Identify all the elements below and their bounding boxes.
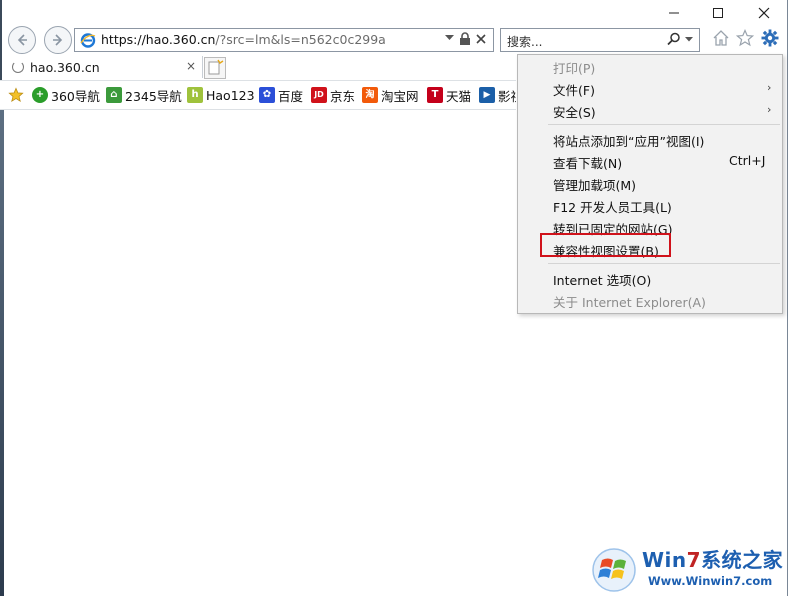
fav-label: 百度 xyxy=(278,88,304,104)
search-dropdown-icon[interactable] xyxy=(685,37,693,42)
menu-item-compat-view-settings[interactable]: 兼容性视图设置(B) xyxy=(519,238,781,260)
close-window-button[interactable] xyxy=(744,0,784,26)
back-icon xyxy=(17,34,27,46)
fav-link-360[interactable]: + 360导航 xyxy=(32,86,100,104)
address-url: https://hao.360.cn/?src=lm&ls=n562c0c299… xyxy=(101,32,386,47)
menu-item-label: 文件(F) xyxy=(553,83,595,98)
ie-logo xyxy=(80,33,96,48)
menu-item-label: 兼容性视图设置(B) xyxy=(553,244,659,259)
menu-item-label: 管理加载项(M) xyxy=(553,178,637,193)
loading-spinner-icon xyxy=(12,61,24,73)
watermark: Win7系统之家 Www.Winwin7.com xyxy=(590,542,785,594)
forward-icon xyxy=(53,34,63,46)
fav-link-tmall[interactable]: T 天猫 xyxy=(427,86,471,104)
menu-item-internet-options[interactable]: Internet 选项(O) xyxy=(519,267,781,289)
tab-hao360[interactable]: hao.360.cn × xyxy=(2,56,203,78)
menu-item-add-site-to-apps[interactable]: 将站点添加到“应用”视图(I) xyxy=(519,128,781,150)
submenu-arrow-icon: › xyxy=(767,81,772,94)
watermark-brand-seven: 7 xyxy=(686,548,702,572)
menu-item-manage-addons[interactable]: 管理加载项(M) xyxy=(519,172,781,194)
fav-link-jd[interactable]: JD 京东 xyxy=(311,86,355,104)
watermark-brand-suffix: 系统之家 xyxy=(701,548,784,572)
fav-360-icon: + xyxy=(32,87,48,103)
fav-link-taobao[interactable]: 淘 淘宝网 xyxy=(362,86,419,104)
fav-tmall-icon: T xyxy=(427,87,443,103)
favorites-bar: + 360导航 ⌂ 2345导航 h Hao123 ✿ 百度 JD 京东 淘 淘… xyxy=(0,80,516,110)
fav-taobao-icon: 淘 xyxy=(362,87,378,103)
minimize-icon xyxy=(669,12,679,14)
fav-link-hao123[interactable]: h Hao123 xyxy=(187,86,255,104)
fav-label: 2345导航 xyxy=(125,88,182,104)
address-url-host: https://hao.360.cn xyxy=(101,32,216,47)
desktop-edge-strip xyxy=(0,110,4,596)
menu-item-label: 将站点添加到“应用”视图(I) xyxy=(553,134,705,149)
fav-hao123-icon: h xyxy=(187,87,203,103)
forward-button[interactable] xyxy=(44,26,72,54)
menu-item-label: Internet 选项(O) xyxy=(553,273,652,288)
close-icon xyxy=(758,7,770,19)
menu-item-print[interactable]: 打印(P) xyxy=(519,55,781,77)
menu-item-security[interactable]: 安全(S) › xyxy=(519,99,781,121)
tools-menu: 打印(P) 文件(F) › 安全(S) › 将站点添加到“应用”视图(I) 查看… xyxy=(517,54,783,314)
maximize-icon xyxy=(713,8,723,18)
menu-item-pinned-sites[interactable]: 转到已固定的网站(G) xyxy=(519,216,781,238)
menu-separator xyxy=(548,263,780,264)
menu-item-label: F12 开发人员工具(L) xyxy=(553,200,672,215)
menu-item-about-ie[interactable]: 关于 Internet Explorer(A) xyxy=(519,289,781,311)
fav-link-video[interactable]: ▶ 影视 xyxy=(479,86,516,104)
watermark-brand: Win7系统之家 xyxy=(642,544,783,573)
search-box[interactable]: 搜索... xyxy=(500,28,700,52)
navigation-row: https://hao.360.cn/?src=lm&ls=n562c0c299… xyxy=(0,26,788,56)
fav-link-2345[interactable]: ⌂ 2345导航 xyxy=(106,86,182,104)
fav-label: 360导航 xyxy=(51,88,100,104)
search-icon[interactable] xyxy=(667,32,681,46)
tab-title: hao.360.cn xyxy=(30,60,100,75)
menu-item-label: 安全(S) xyxy=(553,105,596,120)
fav-video-icon: ▶ xyxy=(479,87,495,103)
fav-label: Hao123 xyxy=(206,87,255,103)
fav-label: 京东 xyxy=(330,88,356,104)
menu-item-label: 打印(P) xyxy=(553,61,596,76)
tab-close-button[interactable]: × xyxy=(186,59,196,73)
new-tab-icon xyxy=(208,59,224,75)
close-icon[interactable] xyxy=(475,32,487,46)
fav-link-baidu[interactable]: ✿ 百度 xyxy=(259,86,303,104)
menu-item-shortcut: Ctrl+J xyxy=(729,153,766,168)
menu-item-label: 转到已固定的网站(G) xyxy=(553,222,673,237)
back-button[interactable] xyxy=(8,26,36,54)
star-icon[interactable] xyxy=(736,29,754,47)
dropdown-icon[interactable] xyxy=(445,35,454,41)
menu-separator xyxy=(548,124,780,125)
title-bar xyxy=(0,0,788,26)
ie-window: https://hao.360.cn/?src=lm&ls=n562c0c299… xyxy=(0,0,788,596)
fav-jd-icon: JD xyxy=(311,87,327,103)
minimize-button[interactable] xyxy=(654,0,694,26)
new-tab-button[interactable] xyxy=(204,57,226,79)
fav-baidu-icon: ✿ xyxy=(259,87,275,103)
menu-item-label: 关于 Internet Explorer(A) xyxy=(553,295,706,310)
windows-logo-icon xyxy=(592,548,636,592)
lock-icon[interactable] xyxy=(459,32,471,46)
watermark-brand-prefix: Win xyxy=(642,548,687,572)
favorites-star-icon[interactable] xyxy=(8,87,24,103)
maximize-button[interactable] xyxy=(698,0,738,26)
fav-label: 影视 xyxy=(498,88,516,104)
address-url-rest: /?src=lm&ls=n562c0c299a xyxy=(215,32,386,47)
menu-item-label: 查看下载(N) xyxy=(553,156,623,171)
menu-item-view-downloads[interactable]: 查看下载(N) Ctrl+J xyxy=(519,150,781,172)
watermark-url: Www.Winwin7.com xyxy=(648,574,773,588)
submenu-arrow-icon: › xyxy=(767,103,772,116)
address-bar[interactable]: https://hao.360.cn/?src=lm&ls=n562c0c299… xyxy=(74,28,494,52)
gear-icon[interactable] xyxy=(761,29,779,47)
menu-item-dev-tools[interactable]: F12 开发人员工具(L) xyxy=(519,194,781,216)
menu-item-file[interactable]: 文件(F) › xyxy=(519,77,781,99)
home-icon[interactable] xyxy=(712,29,730,47)
fav-label: 淘宝网 xyxy=(381,88,419,104)
fav-label: 天猫 xyxy=(446,88,472,104)
search-input[interactable]: 搜索... xyxy=(507,33,542,50)
fav-2345-icon: ⌂ xyxy=(106,87,122,103)
